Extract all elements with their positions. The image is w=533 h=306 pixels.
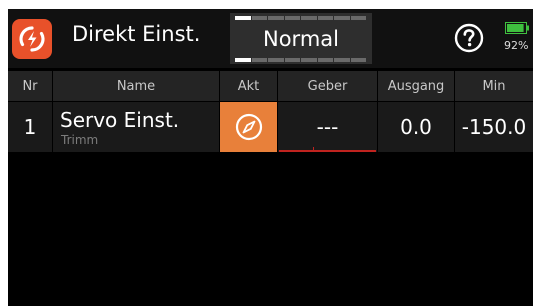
mode-indicator-bottom: [235, 58, 367, 62]
geber-value: ---: [316, 115, 339, 139]
geber-indicator-bar: [279, 150, 376, 152]
header-bar: Direkt Einst. Normal 92%: [8, 9, 533, 68]
column-header-name: Name: [53, 71, 219, 101]
mode-segment: [268, 16, 284, 20]
table-row[interactable]: 1 Servo Einst. Trimm --- 0.0 -150.0: [8, 102, 533, 152]
mode-segment: [301, 16, 317, 20]
mode-segment: [251, 58, 267, 62]
flight-mode-selector[interactable]: Normal: [230, 13, 372, 64]
mode-segment: [334, 16, 350, 20]
mode-indicator-top: [235, 16, 367, 20]
column-header-ausgang: Ausgang: [378, 71, 454, 101]
column-header-min: Min: [455, 71, 533, 101]
logo-icon: [19, 26, 45, 52]
table-header: Nr Name Akt Geber Ausgang Min: [8, 71, 533, 101]
mode-segment: [350, 16, 366, 20]
mode-segment: [251, 16, 267, 20]
geber-indicator-tick: [313, 147, 314, 150]
compass-icon: [235, 113, 262, 141]
column-header-akt: Akt: [220, 71, 277, 101]
row-name-cell[interactable]: Servo Einst. Trimm: [53, 102, 219, 152]
mode-segment: [235, 58, 251, 62]
home-button[interactable]: [12, 19, 52, 59]
mode-segment: [334, 58, 350, 62]
mode-segment: [317, 58, 333, 62]
mode-segment: [268, 58, 284, 62]
function-name: Servo Einst.: [60, 108, 180, 132]
ausgang-value: 0.0: [378, 102, 454, 152]
mode-segment: [284, 16, 300, 20]
column-header-geber: Geber: [278, 71, 377, 101]
row-number: 1: [8, 102, 52, 152]
mode-segment: [317, 16, 333, 20]
column-header-nr: Nr: [8, 71, 52, 101]
mode-segment: [301, 58, 317, 62]
battery-icon: [505, 22, 529, 34]
akt-toggle[interactable]: [220, 102, 277, 152]
battery-percent: 92%: [504, 39, 529, 52]
mode-segment: [235, 16, 251, 20]
page-title: Direkt Einst.: [72, 22, 201, 46]
function-subtitle: Trimm: [61, 133, 99, 147]
flight-mode-label: Normal: [263, 27, 339, 51]
geber-cell[interactable]: ---: [278, 102, 377, 152]
mode-segment: [284, 58, 300, 62]
screen: Direkt Einst. Normal 92% Nr Name Akt Geb…: [8, 9, 533, 306]
help-icon[interactable]: [454, 23, 484, 53]
mode-segment: [350, 58, 366, 62]
min-value[interactable]: -150.0: [455, 102, 533, 152]
